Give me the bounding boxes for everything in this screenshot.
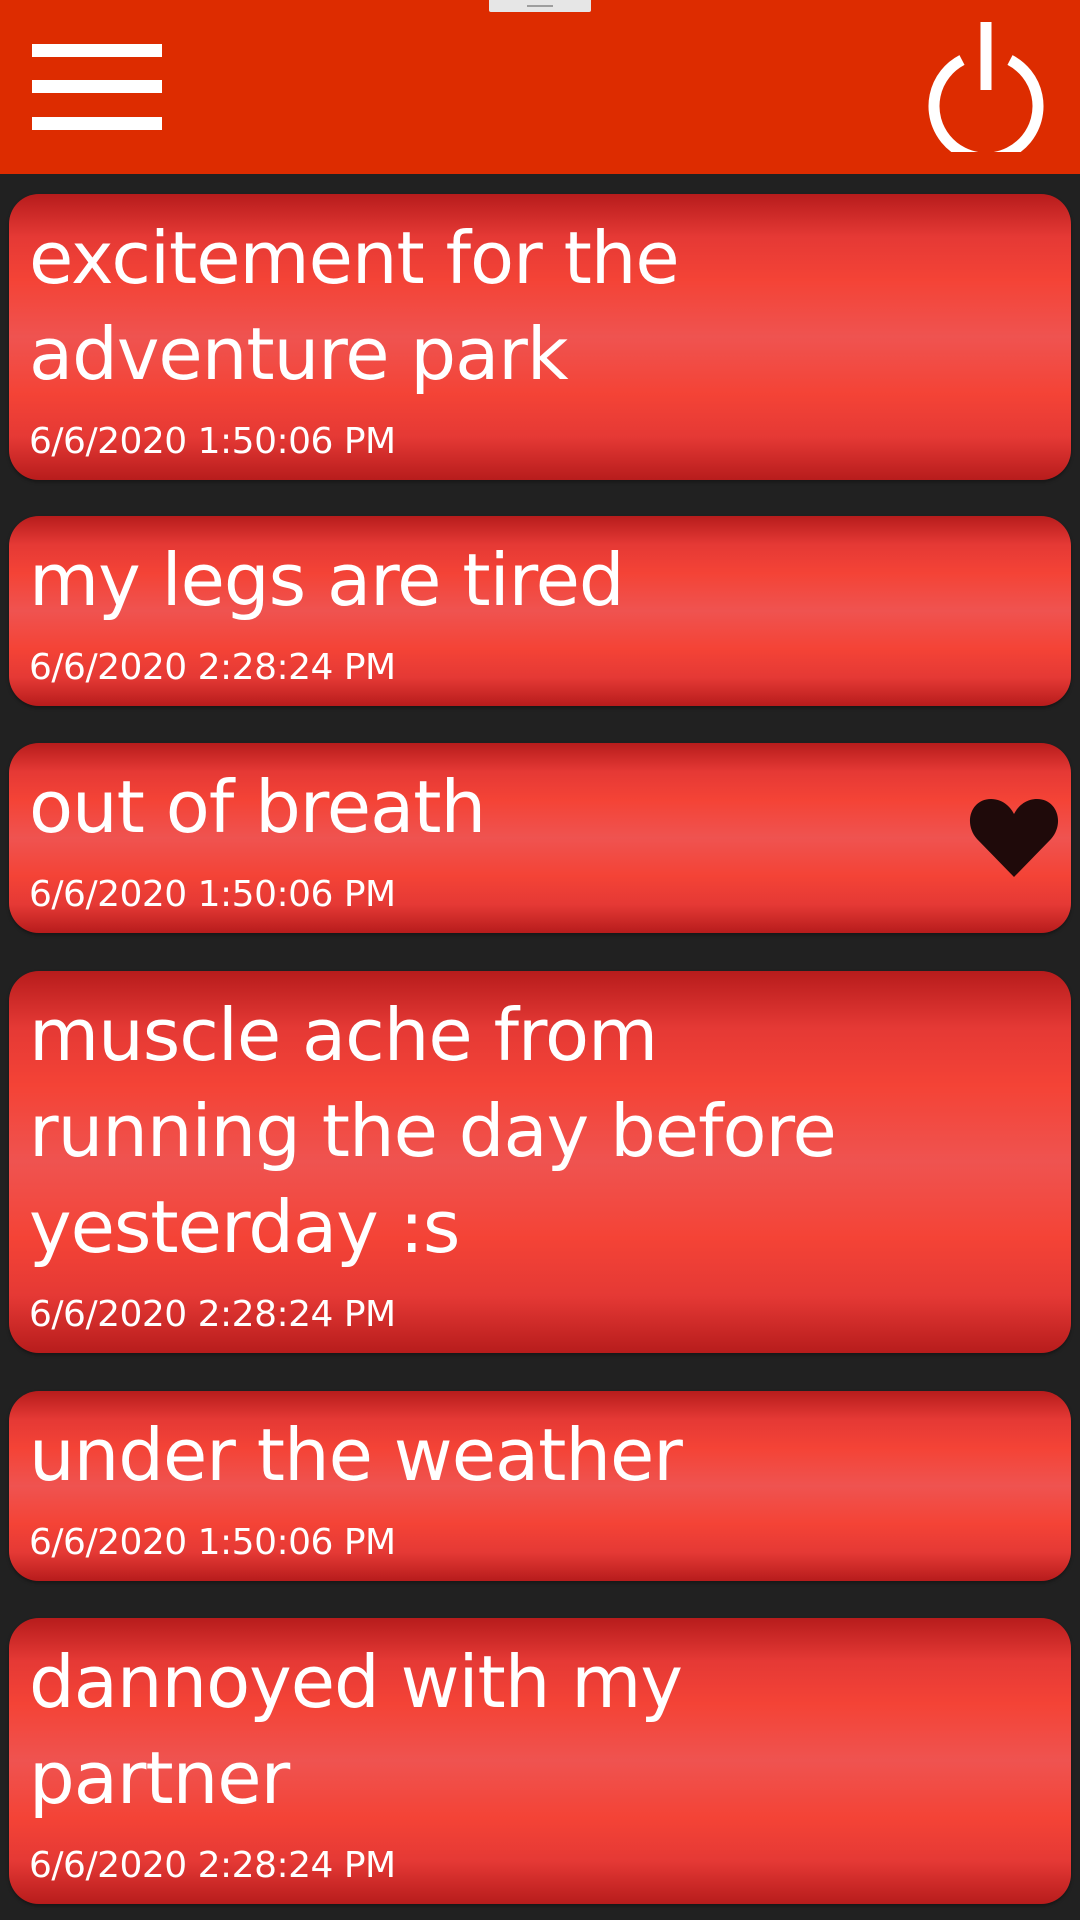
entry-title: muscle ache from running the day before … [29, 993, 837, 1269]
entry-card[interactable]: under the weather 6/6/2020 1:50:06 PM [9, 1391, 1071, 1581]
entry-card[interactable]: muscle ache from running the day before … [9, 971, 1071, 1353]
menu-bar-middle [32, 80, 162, 93]
entry-timestamp: 6/6/2020 1:50:06 PM [29, 421, 396, 462]
menu-bar-bottom [32, 117, 162, 130]
drag-handle[interactable] [489, 0, 591, 12]
entry-timestamp: 6/6/2020 2:28:24 PM [29, 1294, 396, 1335]
heart-icon[interactable] [969, 795, 1059, 879]
menu-bar-top [32, 44, 162, 57]
app-screen: excitement for the adventure park 6/6/20… [0, 0, 1080, 1920]
entry-title: excitement for the adventure park [29, 216, 680, 396]
entry-timestamp: 6/6/2020 2:28:24 PM [29, 1845, 396, 1886]
entry-title: my legs are tired [29, 538, 625, 622]
entry-title: out of breath [29, 765, 486, 849]
app-bar [0, 0, 1080, 174]
entry-card[interactable]: my legs are tired 6/6/2020 2:28:24 PM [9, 516, 1071, 706]
entry-timestamp: 6/6/2020 1:50:06 PM [29, 874, 396, 915]
entry-card[interactable]: out of breath 6/6/2020 1:50:06 PM [9, 743, 1071, 933]
entry-timestamp: 6/6/2020 1:50:06 PM [29, 1522, 396, 1563]
hamburger-menu-icon[interactable] [30, 42, 164, 132]
entry-timestamp: 6/6/2020 2:28:24 PM [29, 647, 396, 688]
entry-card[interactable]: excitement for the adventure park 6/6/20… [9, 194, 1071, 480]
entry-title: under the weather [29, 1413, 683, 1497]
entry-card[interactable]: dannoyed with my partner 6/6/2020 2:28:2… [9, 1618, 1071, 1904]
entry-title: dannoyed with my partner [29, 1640, 683, 1820]
power-icon[interactable] [924, 18, 1048, 152]
